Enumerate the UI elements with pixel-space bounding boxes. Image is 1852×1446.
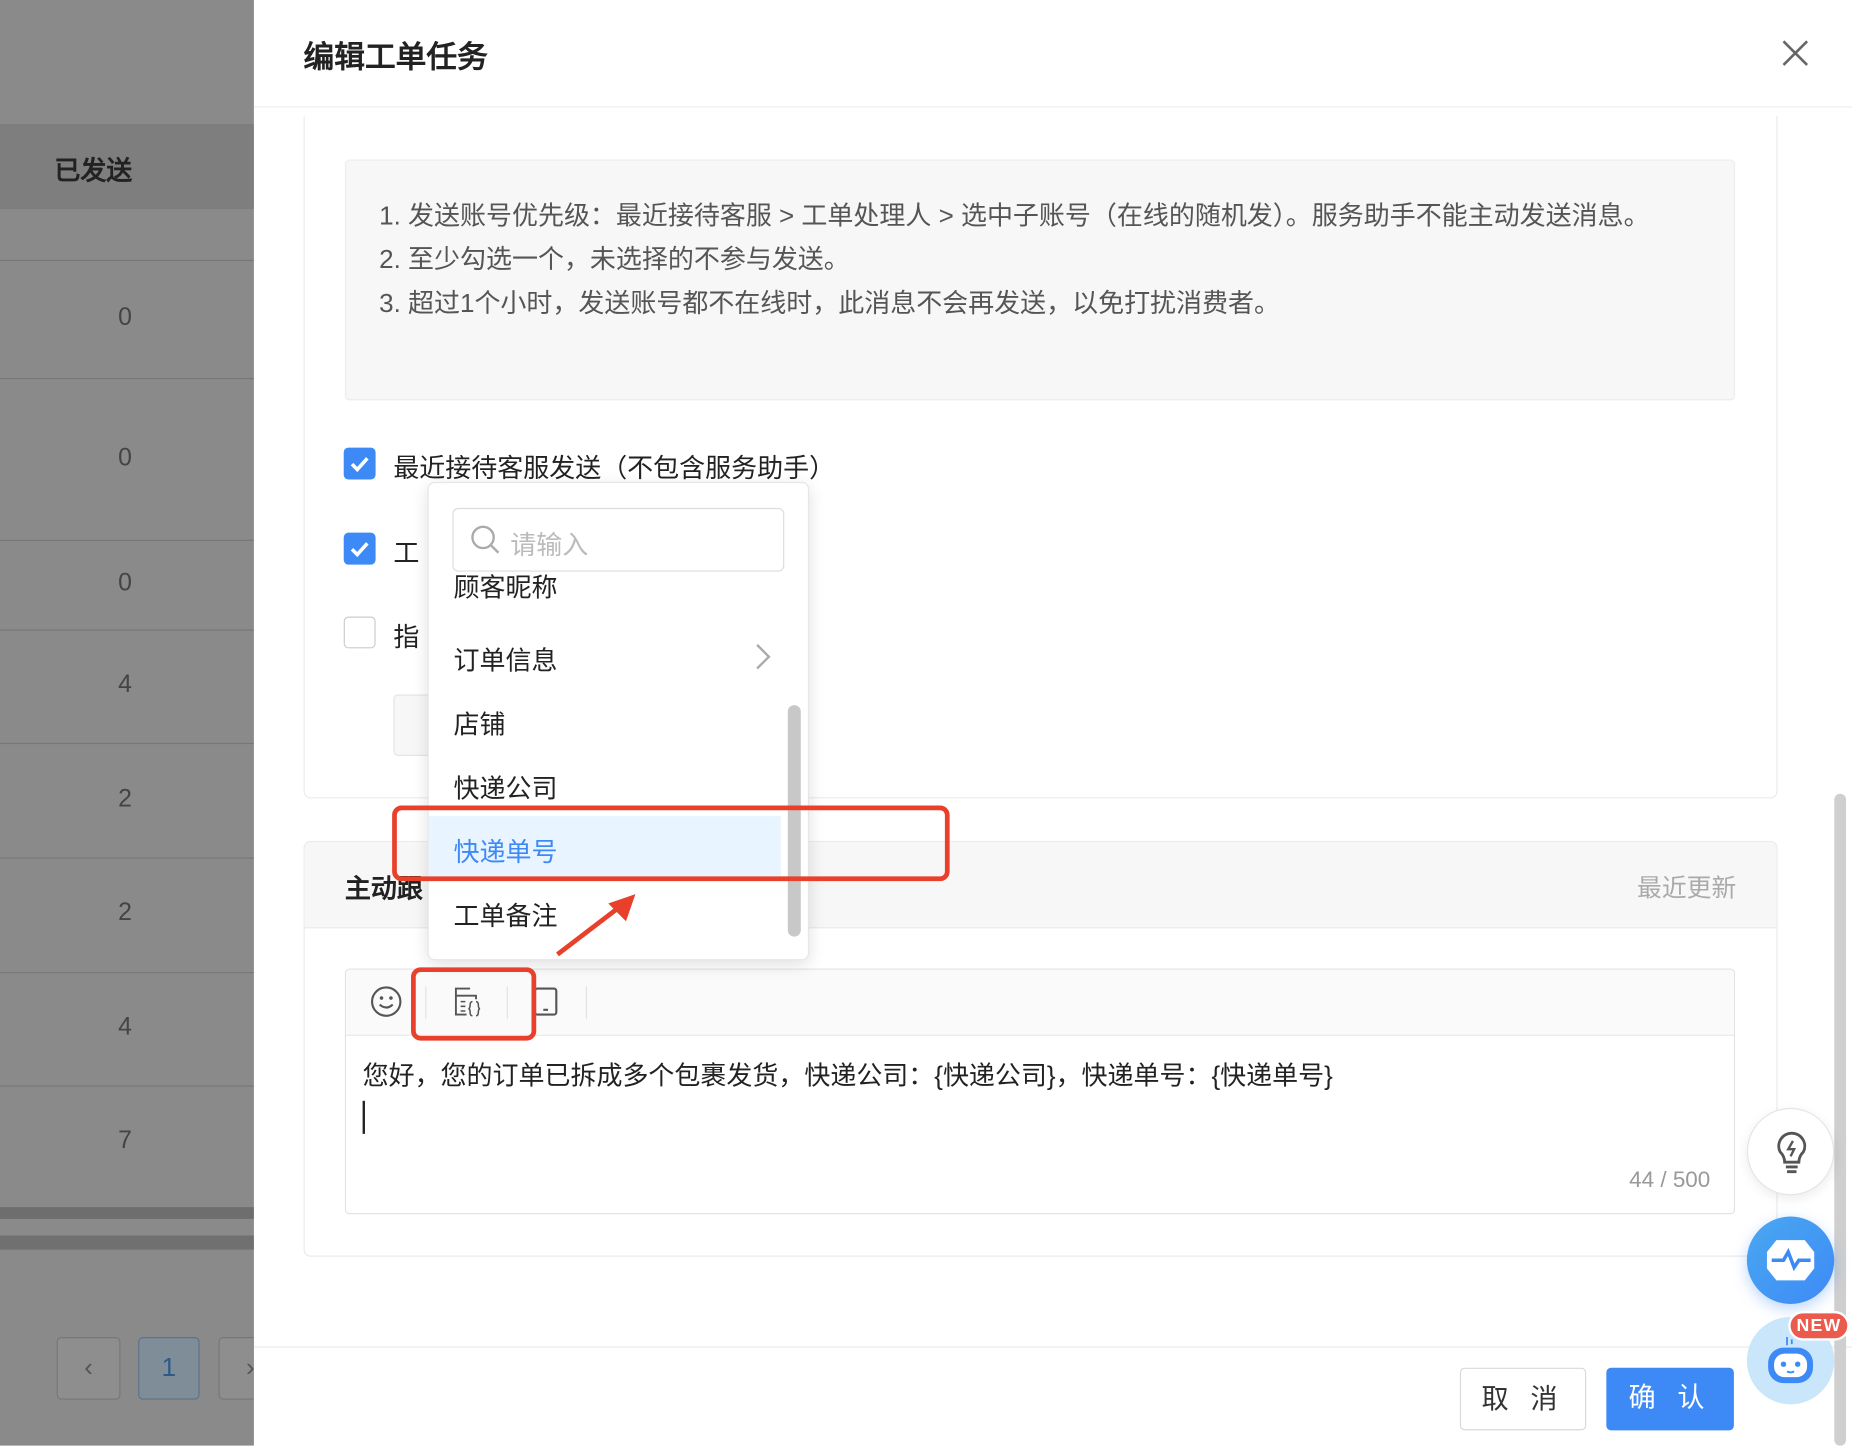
pulse-icon (1766, 1240, 1815, 1281)
page-1-button[interactable]: 1 (138, 1337, 200, 1400)
search-placeholder: 请输入 (510, 530, 589, 560)
text-cursor (362, 1100, 365, 1134)
option-label: 指 (393, 622, 420, 652)
dropdown-item[interactable]: 顾客昵称 (454, 573, 558, 605)
info-line: 3. 超过1个小时，发送账号都不在线时，此消息不会再发送，以免打扰消费者。 (379, 288, 1280, 318)
dropdown-item[interactable]: 店铺 (454, 704, 506, 742)
char-counter: 44 / 500 (1629, 1168, 1711, 1193)
lightbulb-icon (1777, 1131, 1807, 1174)
recent-update-label[interactable]: 最近更新 (1637, 869, 1736, 904)
info-line: 1. 发送账号优先级：最近接待客服 > 工单处理人 > 选中子账号（在线的随机发… (379, 200, 1650, 231)
info-line: 2. 至少勾选一个，未选择的不参与发送。 (379, 244, 850, 275)
dropdown-search-input[interactable]: 请输入 (452, 507, 785, 572)
emoji-icon[interactable] (370, 985, 403, 1018)
table-row: 4 (0, 972, 254, 1085)
divider (253, 106, 1852, 108)
monitor-button[interactable] (1746, 1216, 1835, 1304)
phone-icon[interactable] (533, 985, 559, 1018)
table-row: 7 (0, 1085, 254, 1203)
prev-page-button[interactable]: ‹ (56, 1337, 121, 1400)
tips-button[interactable] (1746, 1107, 1835, 1196)
editor-content[interactable]: 您好，您的订单已拆成多个包裹发货，快递公司：{快递公司}，快递单号：{快递单号} (363, 1055, 1333, 1093)
cancel-button[interactable]: 取 消 (1459, 1367, 1587, 1431)
footer-divider (253, 1346, 1852, 1348)
close-icon[interactable] (1778, 35, 1813, 70)
table-row: 4 (0, 629, 254, 743)
chevron-right-icon (756, 644, 771, 670)
search-icon (471, 525, 500, 554)
scrollbar[interactable] (0, 1207, 254, 1219)
option-label: 工 (393, 538, 420, 569)
background-table: 已发送 0 0 0 4 2 2 4 7 ‹ 1 › (0, 0, 283, 1446)
drawer-title: 编辑工单任务 (303, 38, 488, 75)
robot-icon (1768, 1337, 1814, 1384)
table-row: 2 (0, 742, 254, 858)
scrollbar[interactable] (0, 1235, 254, 1250)
message-editor[interactable]: 您好，您的订单已拆成多个包裹发货，快递公司：{快递公司}，快递单号：{快递单号}… (344, 968, 1736, 1215)
table-row: 0 (0, 377, 254, 540)
table-row: 0 (0, 259, 254, 378)
table-row: 0 (0, 539, 254, 630)
new-badge: NEW (1788, 1311, 1850, 1341)
info-box: 1. 发送账号优先级：最近接待客服 > 工单处理人 > 选中子账号（在线的随机发… (344, 159, 1736, 401)
table-row: 2 (0, 857, 254, 972)
annotation-arrow-icon (556, 894, 636, 957)
dropdown-item[interactable]: 快递公司 (454, 768, 558, 806)
annotation-box (392, 805, 950, 882)
drawer-scrollbar[interactable] (1834, 793, 1847, 1446)
annotation-box (411, 967, 537, 1041)
dropdown-item[interactable]: 订单信息 (454, 640, 558, 678)
dropdown-item[interactable]: 工单备注 (454, 895, 558, 933)
confirm-button[interactable]: 确 认 (1606, 1367, 1734, 1431)
checkbox-handler[interactable] (343, 532, 376, 565)
column-header: 已发送 (0, 124, 254, 210)
checkbox-recent-agent[interactable] (343, 447, 376, 480)
checkbox-specified[interactable] (343, 616, 376, 649)
option-label: 最近接待客服发送（不包含服务助手） (393, 453, 836, 484)
